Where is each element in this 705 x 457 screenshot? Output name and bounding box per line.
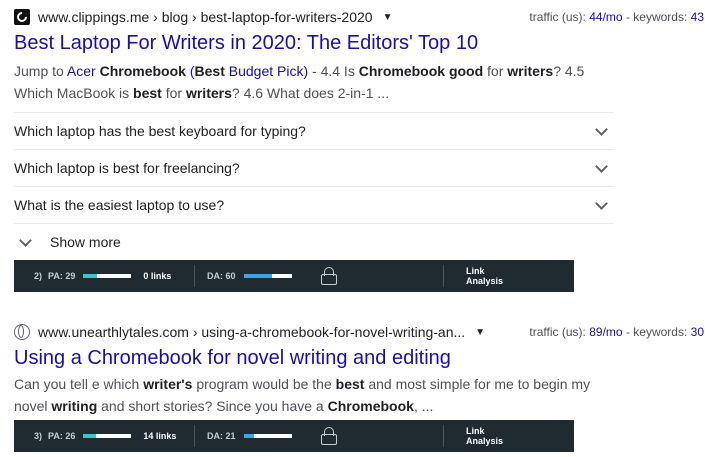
chevron-down-icon[interactable]	[594, 198, 608, 212]
mozbar: 2) PA: 29 0 links DA: 60 Link Analysis	[14, 260, 574, 292]
faq-question[interactable]: What is the easiest laptop to use?	[14, 187, 614, 224]
snippet-text: Jump to	[14, 63, 67, 79]
jump-link-bold: Best	[194, 63, 225, 79]
pa-progress-bar	[83, 274, 132, 278]
keywords-label: - keywords:	[625, 10, 688, 24]
result-snippet: Can you tell e which writer's program wo…	[14, 373, 614, 417]
snippet-bold: writing	[51, 398, 98, 414]
keywords-value[interactable]: 43	[691, 10, 704, 24]
people-also-ask: Which laptop has the best keyboard for t…	[14, 112, 614, 224]
snippet-bold: best	[133, 85, 162, 101]
traffic-value[interactable]: 89/mo	[589, 325, 622, 339]
jump-link-text: (	[185, 63, 195, 79]
domain-authority-section: DA: 60	[195, 260, 307, 292]
clippings-c-icon	[14, 9, 30, 25]
snippet-bold: Chromebook good	[358, 63, 484, 79]
faq-question-text: What is the easiest laptop to use?	[14, 197, 225, 213]
jump-link-text: Acer	[66, 63, 100, 79]
link-analysis-label: Analysis	[466, 276, 504, 286]
traffic-info: traffic (us): 89/mo - keywords: 30	[529, 325, 704, 339]
link-analysis-label: Link	[466, 426, 485, 436]
traffic-value[interactable]: 44/mo	[589, 10, 622, 24]
caret-down-icon[interactable]: ▼	[383, 12, 393, 23]
domain-authority-section: DA: 21	[195, 420, 307, 452]
da-progress-bar	[243, 434, 292, 438]
caret-down-icon[interactable]: ▼	[475, 327, 485, 338]
traffic-label: traffic (us):	[529, 10, 586, 24]
link-analysis-label: Analysis	[466, 436, 504, 446]
links-count[interactable]: 14 links	[143, 431, 176, 441]
page-authority[interactable]: PA: 26	[48, 431, 75, 441]
da-progress-fill	[243, 274, 273, 278]
link-analysis-label: Link	[466, 266, 485, 276]
snippet-text: for	[161, 85, 186, 101]
result-url[interactable]: www.clippings.me › blog › best-laptop-fo…	[38, 9, 373, 25]
faq-question-text: Which laptop has the best keyboard for t…	[14, 123, 306, 139]
search-result: www.unearthlytales.com › using-a-chromeb…	[14, 321, 704, 417]
snippet-text: - 4.4 Is	[308, 63, 359, 79]
snippet-text: Can you tell e which	[14, 376, 144, 392]
chevron-down-icon[interactable]	[594, 124, 608, 138]
result-url[interactable]: www.unearthlytales.com › using-a-chromeb…	[38, 324, 465, 340]
da-progress-bar	[243, 274, 292, 278]
mozbar: 3) PA: 26 14 links DA: 21 Link Analysis	[14, 420, 574, 452]
snippet-text: for	[483, 63, 508, 79]
lock-icon[interactable]	[321, 427, 337, 445]
snippet-text: and short stories? Since you have a	[97, 398, 328, 414]
chevron-down-icon	[18, 235, 32, 249]
page-authority-section: 3) PA: 26 14 links	[14, 420, 194, 452]
domain-authority[interactable]: DA: 60	[207, 271, 236, 281]
lock-icon[interactable]	[321, 267, 337, 285]
snippet-text: ? 4.6 What does 2-in-1 ...	[231, 85, 390, 101]
result-rank: 3)	[34, 431, 43, 441]
search-result: www.clippings.me › blog › best-laptop-fo…	[14, 6, 704, 104]
traffic-label: traffic (us):	[529, 325, 586, 339]
pa-progress-fill	[83, 434, 96, 438]
domain-authority[interactable]: DA: 21	[207, 431, 236, 441]
globe-icon	[14, 324, 30, 340]
snippet-text: , ...	[413, 398, 434, 414]
snippet-text: program would be the	[192, 376, 336, 392]
faq-question-text: Which laptop is best for freelancing?	[14, 160, 240, 176]
result-url-line: www.clippings.me › blog › best-laptop-fo…	[14, 6, 704, 28]
pa-progress-bar	[83, 434, 132, 438]
keywords-value[interactable]: 30	[691, 325, 704, 339]
snippet-bold: best	[335, 376, 365, 392]
snippet-bold: writers	[185, 85, 232, 101]
result-title-link[interactable]: Best Laptop For Writers in 2020: The Edi…	[14, 30, 704, 56]
result-rank: 2)	[34, 271, 43, 281]
faq-question[interactable]: Which laptop is best for freelancing?	[14, 150, 614, 187]
snippet-bold: writer's	[143, 376, 193, 392]
keywords-label: - keywords:	[625, 325, 688, 339]
page-authority-section: 2) PA: 29 0 links	[14, 260, 194, 292]
link-analysis-button[interactable]: Link Analysis	[444, 260, 503, 292]
result-url-line: www.unearthlytales.com › using-a-chromeb…	[14, 321, 704, 343]
show-more-label: Show more	[50, 234, 121, 250]
page-authority[interactable]: PA: 29	[48, 271, 75, 281]
chevron-down-icon[interactable]	[594, 161, 608, 175]
result-snippet: Jump to Acer Chromebook (Best Budget Pic…	[14, 60, 614, 104]
traffic-info: traffic (us): 44/mo - keywords: 43	[529, 10, 704, 24]
da-progress-fill	[243, 434, 254, 438]
jump-link-text: Budget Pick)	[224, 63, 309, 79]
snippet-bold: writers	[507, 63, 554, 79]
jump-to-link[interactable]: Acer Chromebook (Best Budget Pick)	[67, 63, 308, 79]
faq-question[interactable]: Which laptop has the best keyboard for t…	[14, 113, 614, 150]
show-more-button[interactable]: Show more	[14, 230, 121, 254]
spam-score-section	[307, 420, 443, 452]
pa-progress-fill	[83, 274, 98, 278]
link-analysis-button[interactable]: Link Analysis	[444, 420, 503, 452]
spam-score-section	[307, 260, 443, 292]
jump-link-bold: Chromebook	[99, 63, 186, 79]
links-count[interactable]: 0 links	[143, 271, 171, 281]
snippet-bold: Chromebook	[327, 398, 414, 414]
result-title-link[interactable]: Using a Chromebook for novel writing and…	[14, 345, 704, 371]
